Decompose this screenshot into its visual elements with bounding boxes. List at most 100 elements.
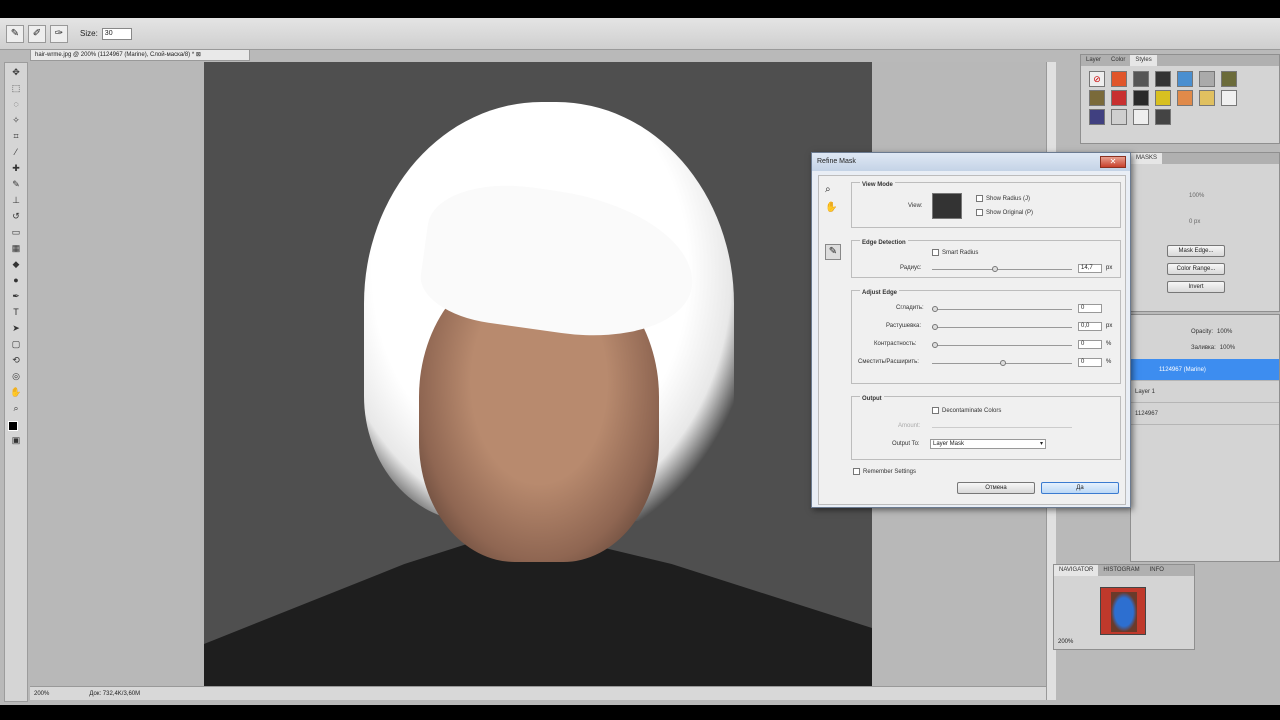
blur-tool-icon[interactable]: ◆ [7,257,25,271]
style-swatch[interactable] [1177,90,1193,106]
style-swatch[interactable] [1155,71,1171,87]
radius-slider[interactable] [932,266,1072,272]
close-icon[interactable]: ✕ [1100,156,1126,168]
output-to-select[interactable]: Layer Mask ▾ [930,439,1046,449]
style-swatch[interactable] [1199,71,1215,87]
mask-edge-button[interactable]: Mask Edge... [1167,245,1225,257]
brush-tool-icon[interactable]: ✎ [7,177,25,191]
style-swatch[interactable] [1089,90,1105,106]
show-radius-checkbox[interactable] [976,195,983,202]
tab-styles[interactable]: Styles [1130,55,1157,66]
radius-slider-knob[interactable] [992,266,998,272]
ok-button[interactable]: Да [1041,482,1119,494]
decontaminate-checkbox[interactable] [932,407,939,414]
style-swatch[interactable] [1133,90,1149,106]
quick-mask-icon[interactable]: ▣ [7,433,25,447]
style-swatch[interactable] [1221,71,1237,87]
foreground-color-swatch[interactable] [8,421,18,431]
style-swatch[interactable] [1133,71,1149,87]
view-mode-thumbnail[interactable] [932,193,962,219]
navigator-preview[interactable] [1100,587,1146,635]
type-tool-icon[interactable]: T [7,305,25,319]
crop-tool-icon[interactable]: ⌗ [7,129,25,143]
color-range-button[interactable]: Color Range... [1167,263,1225,275]
dodge-tool-icon[interactable]: ● [7,273,25,287]
contrast-slider[interactable] [932,342,1072,348]
zoom-level[interactable]: 200% [34,691,49,697]
opacity-value[interactable]: 100% [1217,329,1232,335]
layer-row[interactable]: Layer 1 [1131,381,1279,403]
style-swatch[interactable] [1111,71,1127,87]
3d-rotate-tool-icon[interactable]: ⟲ [7,353,25,367]
refine-radius-brush-icon[interactable]: ✎ [825,244,841,260]
eraser-tool-icon[interactable]: ▭ [7,225,25,239]
size-input[interactable]: 30 [101,27,132,40]
path-selection-tool-icon[interactable]: ➤ [7,321,25,335]
tab-histogram[interactable]: HISTOGRAM [1098,565,1144,576]
navigator-zoom[interactable]: 200% [1058,639,1073,645]
style-swatch[interactable] [1199,90,1215,106]
style-none-icon[interactable]: ⊘ [1089,71,1105,87]
3d-orbit-tool-icon[interactable]: ◎ [7,369,25,383]
fill-value[interactable]: 100% [1220,345,1235,351]
feather-input[interactable]: 0,0 [1078,322,1102,331]
invert-button[interactable]: Invert [1167,281,1225,293]
tab-masks[interactable]: MASKS [1131,153,1163,164]
tab-navigator[interactable]: NAVIGATOR [1054,565,1099,576]
smart-radius-option[interactable]: Smart Radius [932,249,978,256]
shift-input[interactable]: 0 [1078,358,1102,367]
feather-slider-knob[interactable] [932,324,938,330]
remember-settings-option[interactable]: Remember Settings [853,468,916,475]
show-radius-option[interactable]: Show Radius (J) [976,195,1030,202]
hand-tool-icon[interactable]: ✋ [7,385,25,399]
shape-tool-icon[interactable]: ▢ [7,337,25,351]
decontaminate-option[interactable]: Decontaminate Colors [932,407,1001,414]
move-tool-icon[interactable]: ✥ [7,65,25,79]
remember-settings-checkbox[interactable] [853,468,860,475]
healing-brush-tool-icon[interactable]: ✚ [7,161,25,175]
smooth-slider-knob[interactable] [932,306,938,312]
style-swatch[interactable] [1111,90,1127,106]
shift-slider[interactable] [932,360,1072,366]
zoom-tool-icon[interactable]: ⌕ [825,184,831,195]
cancel-button[interactable]: Отмена [957,482,1035,494]
show-original-option[interactable]: Show Original (P) [976,209,1033,216]
smart-radius-checkbox[interactable] [932,249,939,256]
doc-info[interactable]: Док: 732,4K/3,60M [89,691,140,697]
smooth-slider[interactable] [932,306,1072,312]
style-swatch[interactable] [1133,109,1149,125]
style-swatch[interactable] [1089,109,1105,125]
contrast-slider-knob[interactable] [932,342,938,348]
style-swatch[interactable] [1177,71,1193,87]
hand-tool-icon[interactable]: ✋ [825,202,837,213]
style-swatch[interactable] [1155,109,1171,125]
document-tab[interactable]: hair-wrme.jpg @ 200% (1124967 (Marine), … [30,49,250,61]
zoom-tool-icon[interactable]: ⌕ [7,401,25,415]
shift-slider-knob[interactable] [1000,360,1006,366]
erase-refinements-tool-icon[interactable]: ✑ [50,24,68,43]
smooth-input[interactable]: 0 [1078,304,1102,313]
pen-tool-icon[interactable]: ✒ [7,289,25,303]
style-swatch[interactable] [1155,90,1171,106]
gradient-tool-icon[interactable]: ▦ [7,241,25,255]
clone-stamp-tool-icon[interactable]: ⊥ [7,193,25,207]
brush-tool-preset-icon[interactable]: ✎ [6,24,24,43]
feather-slider[interactable] [932,324,1072,330]
tab-color[interactable]: Color [1106,55,1130,66]
dialog-titlebar[interactable]: Refine Mask ✕ [812,153,1130,171]
refine-radius-tool-icon[interactable]: ✐ [28,24,46,43]
contrast-input[interactable]: 0 [1078,340,1102,349]
tab-info[interactable]: INFO [1145,565,1169,576]
radius-input[interactable]: 14,7 [1078,264,1102,273]
eyedropper-tool-icon[interactable]: ⁄ [7,145,25,159]
history-brush-tool-icon[interactable]: ↺ [7,209,25,223]
lasso-tool-icon[interactable]: ◌ [7,97,25,111]
style-swatch[interactable] [1111,109,1127,125]
quick-selection-tool-icon[interactable]: ✧ [7,113,25,127]
layer-row[interactable]: 1124967 (Marine) [1131,359,1279,381]
layer-row[interactable]: 1124967 [1131,403,1279,425]
show-original-checkbox[interactable] [976,209,983,216]
tab-layer[interactable]: Layer [1081,55,1106,66]
marquee-tool-icon[interactable]: ⬚ [7,81,25,95]
style-swatch[interactable] [1221,90,1237,106]
